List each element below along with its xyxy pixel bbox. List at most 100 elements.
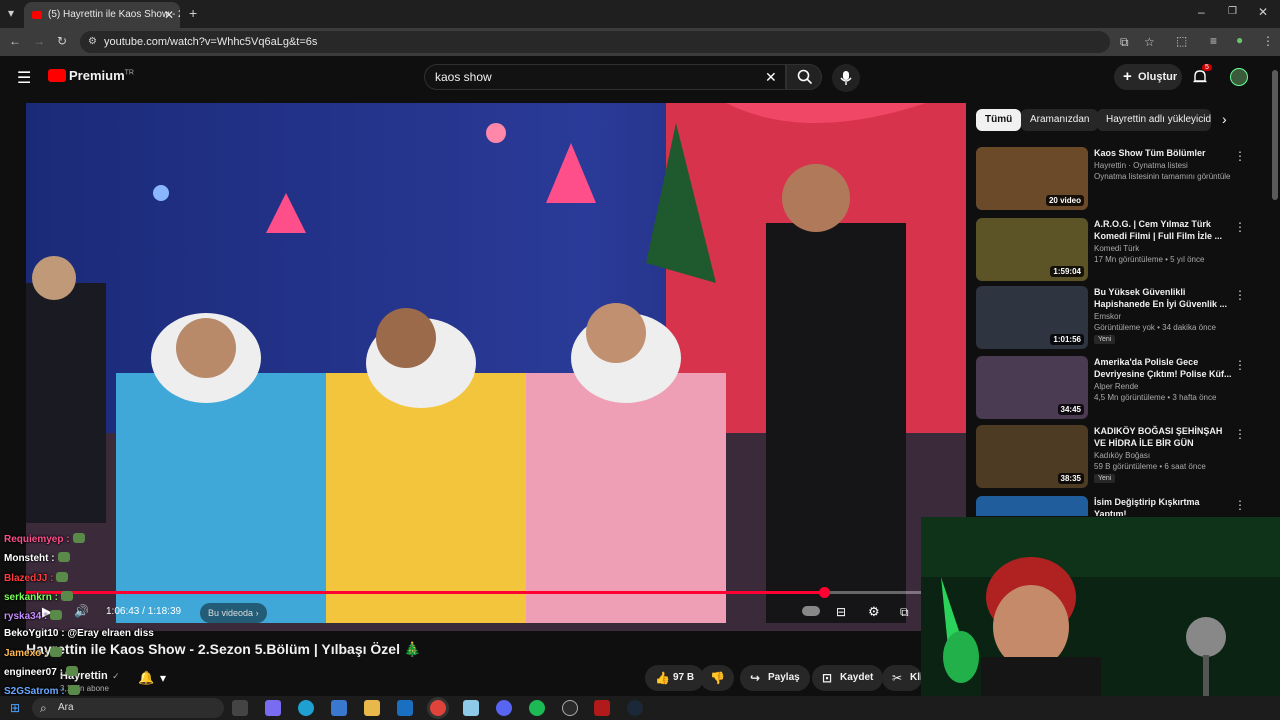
video-thumbnail[interactable] xyxy=(976,496,1088,516)
country-code: TR xyxy=(124,69,134,77)
browser-tab[interactable]: (5) Hayrettin ile Kaos Show - 2.S ✕ xyxy=(24,2,180,28)
video-thumbnail[interactable]: 1:01:56 xyxy=(976,286,1088,349)
discord-icon[interactable] xyxy=(496,700,512,716)
recommended-item[interactable]: 34:45 Amerika'da Polisle Gece Devriyesine… xyxy=(976,356,1268,420)
more-options-icon[interactable]: ⋮ xyxy=(1234,220,1246,234)
plus-icon: + xyxy=(1123,68,1132,85)
start-icon[interactable]: ⊞ xyxy=(10,701,20,715)
browser-menu-icon[interactable]: ⋮ xyxy=(1262,34,1274,48)
scrollbar[interactable] xyxy=(1272,70,1278,200)
recommended-item[interactable]: 20 video Kaos Show Tüm Bölümler Hayrettin … xyxy=(976,147,1268,211)
chat-username: BlazedJJ : xyxy=(4,573,54,584)
create-button[interactable]: + Oluştur xyxy=(1114,64,1182,90)
like-button[interactable]: 👍 97 B xyxy=(645,665,705,691)
avatar[interactable] xyxy=(1230,68,1248,86)
recommended-title[interactable]: İsim Değiştirip Kışkırtma Yaptım! xyxy=(1094,496,1234,516)
video-thumbnail[interactable]: 1:59:04 xyxy=(976,218,1088,281)
steam-icon[interactable] xyxy=(627,700,643,716)
chat-message: BlazedJJ : xyxy=(4,572,69,584)
reload-icon[interactable]: ↻ xyxy=(57,34,67,48)
spotify-icon[interactable] xyxy=(529,700,545,716)
notepad-icon[interactable] xyxy=(463,700,479,716)
restore-icon[interactable]: ❐ xyxy=(1228,6,1237,17)
minimize-icon[interactable]: – xyxy=(1198,5,1205,19)
search-button[interactable] xyxy=(786,64,822,90)
streamer-webcam xyxy=(921,517,1280,720)
more-options-icon[interactable]: ⋮ xyxy=(1234,358,1246,372)
install-app-icon[interactable]: ⧉ xyxy=(1120,31,1129,53)
recommended-channel[interactable]: Hayrettin · Oynatma listesi xyxy=(1094,161,1188,170)
tab-list-icon[interactable]: ▾ xyxy=(8,6,14,20)
bookmark-star-icon[interactable]: ☆ xyxy=(1144,31,1155,53)
recommended-item[interactable]: İsim Değiştirip Kışkırtma Yaptım! ⋮ xyxy=(976,496,1268,516)
chip-from-search[interactable]: Aramanızdan xyxy=(1021,109,1099,131)
clear-search-icon[interactable]: ✕ xyxy=(765,65,777,89)
url-field[interactable]: ⚙ youtube.com/watch?v=Whhc5Vq6aLg&t=6s ⧉… xyxy=(80,31,1155,53)
video-thumbnail[interactable]: 20 video xyxy=(976,147,1088,210)
chevron-right-icon[interactable]: › xyxy=(1222,111,1227,127)
voicemeeter-icon[interactable] xyxy=(594,700,610,716)
recommended-item[interactable]: 1:59:04 A.R.O.G. | Cem Yılmaz Türk Komedi… xyxy=(976,218,1268,282)
progress-scrubber[interactable] xyxy=(819,587,831,598)
media-control-icon[interactable]: ≡ xyxy=(1210,34,1217,48)
chat-username: Requiemyep : xyxy=(4,534,70,545)
notifications-button[interactable]: 5 xyxy=(1192,64,1212,88)
clip-button[interactable]: ✂ Kli xyxy=(882,665,922,691)
file-explorer-icon[interactable] xyxy=(364,700,380,716)
forward-icon[interactable]: → xyxy=(33,34,45,48)
close-tab-icon[interactable]: ✕ xyxy=(164,2,174,28)
recommended-title[interactable]: Kaos Show Tüm Bölümler xyxy=(1094,147,1234,159)
extensions-icon[interactable]: ⬚ xyxy=(1176,34,1187,48)
task-view-icon[interactable] xyxy=(232,700,248,716)
tab-title: (5) Hayrettin ile Kaos Show - 2.S xyxy=(48,9,180,20)
store-icon[interactable] xyxy=(331,700,347,716)
recommended-title[interactable]: Amerika'da Polisle Gece Devriyesine Çıkt… xyxy=(1094,356,1234,380)
settings-gear-icon[interactable]: ⚙ xyxy=(868,604,880,620)
video-thumbnail[interactable]: 38:35 xyxy=(976,425,1088,488)
like-count: 97 B xyxy=(673,672,695,683)
autoplay-toggle-icon[interactable] xyxy=(802,606,820,616)
recommended-channel[interactable]: Alper Rende xyxy=(1094,382,1138,391)
recommended-item[interactable]: 38:35 KADIKÖY BOĞASI ŞEHİNŞAH VE HİDRA İL… xyxy=(976,425,1268,489)
profile-icon[interactable]: ● xyxy=(1236,33,1243,47)
search-icon xyxy=(797,69,813,85)
thumbs-down-icon: 👎 xyxy=(710,671,725,685)
dislike-button[interactable]: 👎 xyxy=(700,665,734,691)
browser-toolbar: ← → ↻ ⚙ youtube.com/watch?v=Whhc5Vq6aLg&… xyxy=(0,28,1280,56)
miniplayer-icon[interactable]: ⧉ xyxy=(900,605,909,620)
chip-from-uploader[interactable]: Hayrettin adlı yükleyiciden xyxy=(1097,109,1211,131)
save-button[interactable]: ⊡ Kaydet xyxy=(812,665,884,691)
recommended-channel[interactable]: Emskor xyxy=(1094,312,1121,321)
share-button[interactable]: ↪ Paylaş xyxy=(740,665,810,691)
more-options-icon[interactable]: ⋮ xyxy=(1234,498,1246,512)
recommended-title[interactable]: A.R.O.G. | Cem Yılmaz Türk Komedi Filmi … xyxy=(1094,218,1234,242)
new-tab-icon[interactable]: + xyxy=(189,5,197,21)
subtitles-icon[interactable]: ⊟ xyxy=(836,605,846,619)
duration-badge: 38:35 xyxy=(1057,473,1084,484)
more-options-icon[interactable]: ⋮ xyxy=(1234,427,1246,441)
search-input[interactable]: kaos show ✕ xyxy=(424,64,786,90)
recommended-title[interactable]: KADIKÖY BOĞASI ŞEHİNŞAH VE HİDRA İLE BİR… xyxy=(1094,425,1234,449)
recommended-channel[interactable]: Komedi Türk xyxy=(1094,244,1139,253)
outlook-icon[interactable] xyxy=(397,700,413,716)
taskbar-search[interactable]: ⌕ Ara xyxy=(32,698,224,718)
recommended-item[interactable]: 1:01:56 Bu Yüksek Güvenlikli Hapishanede … xyxy=(976,286,1268,350)
more-options-icon[interactable]: ⋮ xyxy=(1234,149,1246,163)
obs-icon[interactable] xyxy=(562,700,578,716)
stream-chat-overlay: Requiemyep : Monsteht : BlazedJJ : serkankr… xyxy=(0,528,380,697)
voice-search-button[interactable] xyxy=(832,64,860,92)
edge-icon[interactable] xyxy=(298,700,314,716)
chip-all[interactable]: Tümü xyxy=(976,109,1022,131)
site-info-icon[interactable]: ⚙ xyxy=(88,31,97,53)
chrome-icon[interactable] xyxy=(430,700,446,716)
recommended-meta: 59 B görüntüleme • 6 saat önce xyxy=(1094,462,1206,471)
video-thumbnail[interactable]: 34:45 xyxy=(976,356,1088,419)
youtube-premium-logo[interactable]: PremiumTR xyxy=(48,68,134,83)
copilot-icon[interactable] xyxy=(265,700,281,716)
hamburger-menu-icon[interactable]: ☰ xyxy=(17,68,31,88)
recommended-title[interactable]: Bu Yüksek Güvenlikli Hapishanede En İyi … xyxy=(1094,286,1234,310)
recommended-channel[interactable]: Kadıköy Boğası xyxy=(1094,451,1150,460)
more-options-icon[interactable]: ⋮ xyxy=(1234,288,1246,302)
close-window-icon[interactable]: ✕ xyxy=(1258,5,1268,19)
back-icon[interactable]: ← xyxy=(9,34,21,48)
